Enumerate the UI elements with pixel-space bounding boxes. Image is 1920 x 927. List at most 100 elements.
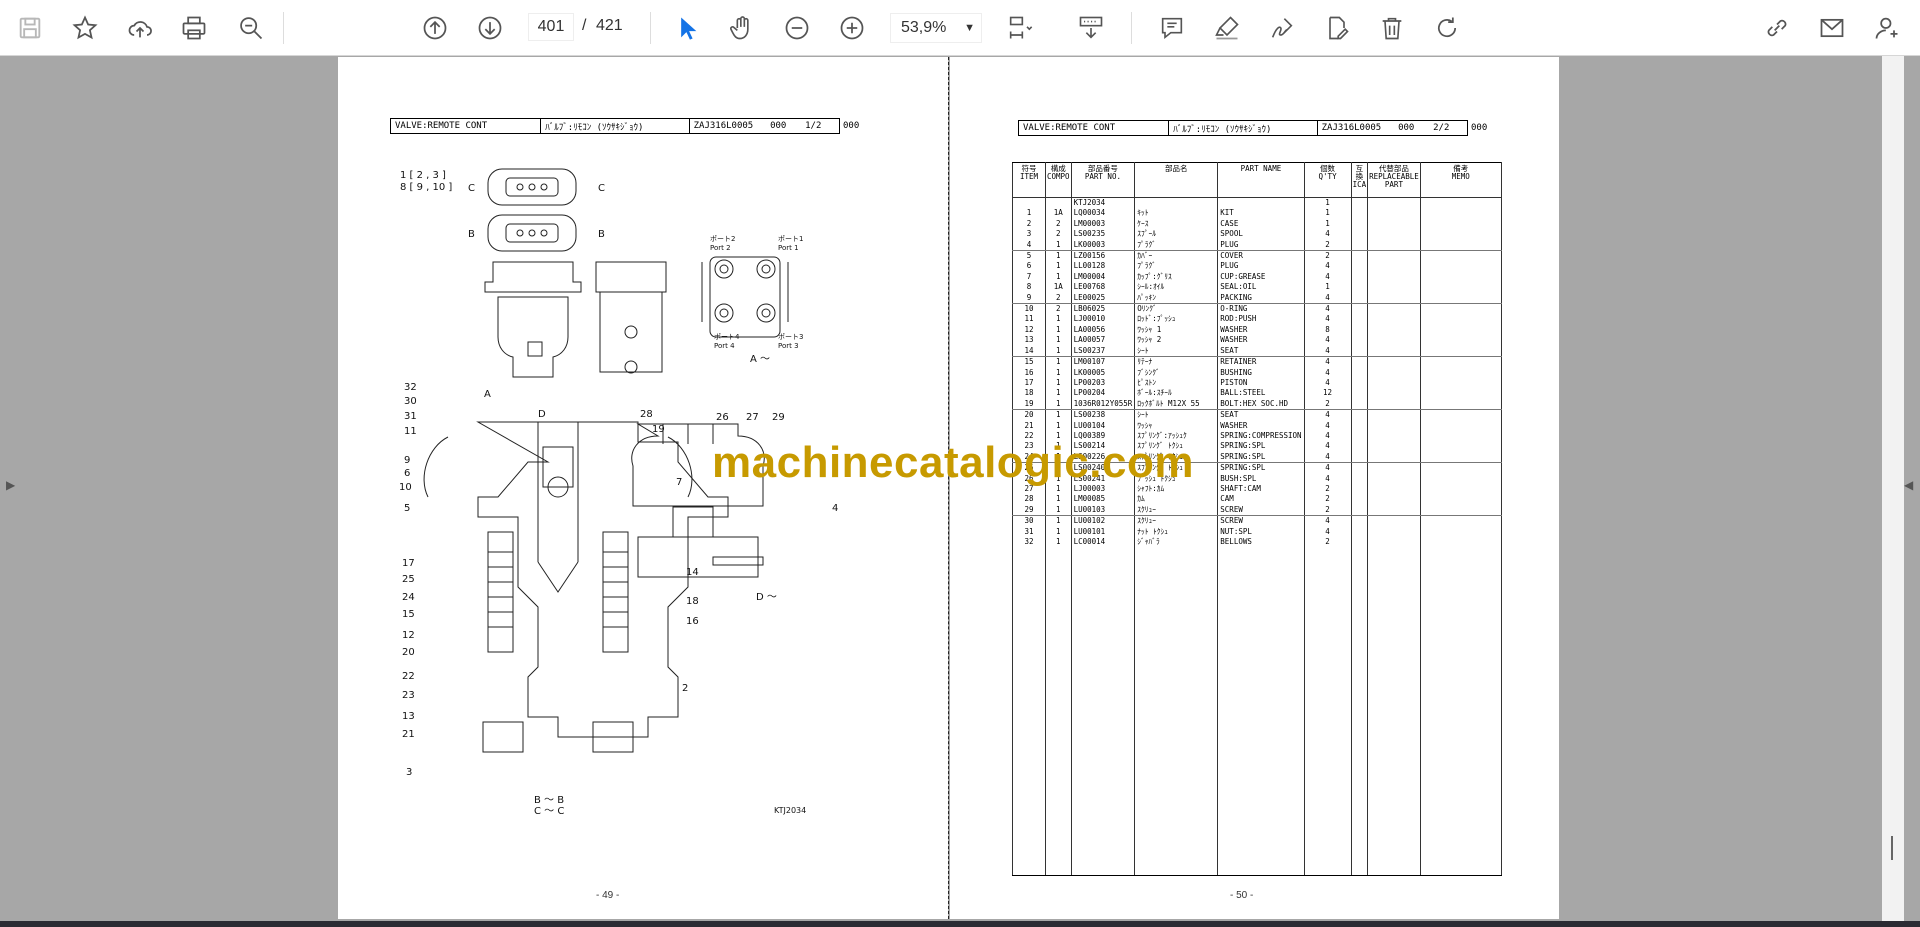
empty-cell	[1419, 314, 1502, 325]
callout-13: 13	[402, 711, 415, 722]
empty-cell	[1367, 473, 1421, 484]
vertical-scrollbar[interactable]	[1882, 56, 1904, 924]
empty-cell	[1367, 494, 1421, 505]
part-name-jp-cell: ｼﾞｬﾊﾞﾗ	[1134, 537, 1219, 548]
empty-cell	[1350, 218, 1369, 230]
empty-cell	[1350, 345, 1369, 358]
empty-cell	[1419, 526, 1502, 537]
compo-cell: 1	[1045, 335, 1072, 346]
table-row: 31 1 LU00101 ﾅｯﾄ ﾄｸｼｭ NUT:SPL 4	[1012, 526, 1502, 537]
header-rev: 000	[1398, 123, 1415, 133]
compo-cell: 1	[1045, 356, 1072, 368]
page-down-icon[interactable]	[472, 10, 508, 46]
upload-icon[interactable]	[122, 10, 158, 46]
empty-cell	[1367, 250, 1421, 262]
callout-27: 27	[746, 412, 759, 423]
qty-cell: 4	[1303, 430, 1352, 442]
zoom-select[interactable]: 53,9% ▼	[890, 13, 982, 43]
part-name-cell: SCREW	[1217, 504, 1305, 517]
delete-icon[interactable]	[1374, 10, 1410, 46]
label-section-c: C	[468, 183, 475, 194]
empty-cell	[1367, 420, 1421, 431]
save-icon[interactable]	[12, 10, 48, 46]
hand-icon[interactable]	[724, 10, 760, 46]
empty-cell	[1350, 483, 1369, 495]
qty-cell: 4	[1303, 314, 1352, 325]
part-name-jp-cell: ﾌﾟﾗｸﾞ	[1134, 261, 1219, 272]
part-name-cell: WASHER	[1217, 324, 1305, 336]
table-row: 12 1 LA00056 ﾜｯｼｬ 1 WASHER 8	[1012, 324, 1502, 336]
item-cell: 30	[1012, 515, 1046, 527]
callout-7: 7	[676, 477, 682, 488]
qty-cell: 2	[1303, 239, 1352, 252]
left-panel-toggle-icon[interactable]: ▶	[6, 478, 15, 492]
zoom-in-icon[interactable]	[834, 10, 870, 46]
table-row: 19 1 1036R012Y055R ﾛｯｸﾎﾞﾙﾄ M12X 55 BOLT:HEX …	[1012, 398, 1502, 411]
part-no-cell: LP00204	[1070, 388, 1136, 399]
part-name-cell: BOLT:HEX SOC.HD	[1217, 398, 1305, 411]
scrollbar-thumb[interactable]	[1891, 836, 1893, 860]
empty-cell	[1367, 197, 1421, 209]
account-icon[interactable]	[1869, 10, 1905, 46]
col-part-name-jp: 部品名	[1134, 162, 1219, 198]
callout-5: 5	[404, 503, 410, 514]
zoom-out-icon[interactable]	[779, 10, 815, 46]
part-name-cell: SPRING:SPL	[1217, 441, 1305, 452]
empty-cell	[1217, 547, 1305, 877]
page-number-input[interactable]: 401	[528, 13, 574, 41]
empty-cell	[1070, 547, 1136, 877]
zoom-search-icon[interactable]	[233, 10, 269, 46]
part-no-cell: LA00056	[1070, 324, 1136, 336]
callout-29: 29	[772, 412, 785, 423]
part-name-jp-cell	[1134, 197, 1219, 209]
part-name-jp-cell: ｽﾌﾟｰﾙ	[1134, 229, 1219, 240]
label-view-cc: C ～ C	[534, 806, 564, 817]
email-icon[interactable]	[1814, 10, 1850, 46]
empty-cell	[1303, 547, 1352, 877]
label-port1: Port 1	[778, 244, 799, 252]
empty-cell	[1350, 261, 1369, 272]
comment-icon[interactable]	[1154, 10, 1190, 46]
star-icon[interactable]	[67, 10, 103, 46]
callout-26: 26	[716, 412, 729, 423]
fill-sign-icon[interactable]	[1319, 10, 1355, 46]
part-name-cell: SPRING:COMPRESSION	[1217, 430, 1305, 442]
empty-cell	[1419, 515, 1502, 527]
compo-cell: 1	[1045, 494, 1072, 505]
callout-14: 14	[686, 567, 699, 578]
empty-cell	[1367, 388, 1421, 399]
part-name-jp-cell: ｼｰﾙ:ｵｲﾙ	[1134, 282, 1219, 293]
table-row: 14 1 LS00237 ｼｰﾄ SEAT 4	[1012, 345, 1502, 358]
part-name-jp-cell: ｷｯﾄ	[1134, 208, 1219, 219]
part-name-cell: PLUG	[1217, 239, 1305, 252]
item-cell: 9	[1012, 292, 1046, 305]
item-cell: 5	[1012, 250, 1046, 262]
part-name-cell	[1217, 197, 1305, 209]
callout-21: 21	[402, 729, 415, 740]
label-section-d: D	[538, 409, 546, 420]
highlight-icon[interactable]	[1209, 10, 1245, 46]
share-link-icon[interactable]	[1759, 10, 1795, 46]
scroll-mode-icon[interactable]	[1073, 10, 1109, 46]
table-row: 15 1 LM00107 ﾘﾃｰﾅ RETAINER 4	[1012, 356, 1502, 368]
compo-cell: 1	[1045, 377, 1072, 389]
select-cursor-icon[interactable]	[669, 10, 705, 46]
empty-cell	[1367, 314, 1421, 325]
empty-cell	[1012, 547, 1046, 877]
part-name-cell: RETAINER	[1217, 356, 1305, 368]
part-name-jp-cell: ﾜｯｼｬ 1	[1134, 324, 1219, 336]
table-row: 29 1 LU00103 ｽｸﾘｭｰ SCREW 2	[1012, 504, 1502, 517]
right-panel-toggle-icon[interactable]: ◀	[1904, 478, 1913, 492]
label-port3: Port 3	[778, 342, 799, 350]
empty-cell	[1350, 494, 1369, 505]
sign-icon[interactable]	[1264, 10, 1300, 46]
rotate-icon[interactable]	[1429, 10, 1465, 46]
page-fit-icon[interactable]	[1002, 10, 1038, 46]
page-up-icon[interactable]	[417, 10, 453, 46]
qty-cell: 2	[1303, 504, 1352, 517]
qty-cell: 12	[1303, 388, 1352, 399]
table-row: 18 1 LP00204 ﾎﾞｰﾙ:ｽﾁｰﾙ BALL:STEEL 12	[1012, 388, 1502, 399]
col-replaceable: 代替部品 REPLACEABLE PART	[1367, 162, 1421, 198]
part-name-cell: SHAFT:CAM	[1217, 483, 1305, 495]
print-icon[interactable]	[176, 10, 212, 46]
